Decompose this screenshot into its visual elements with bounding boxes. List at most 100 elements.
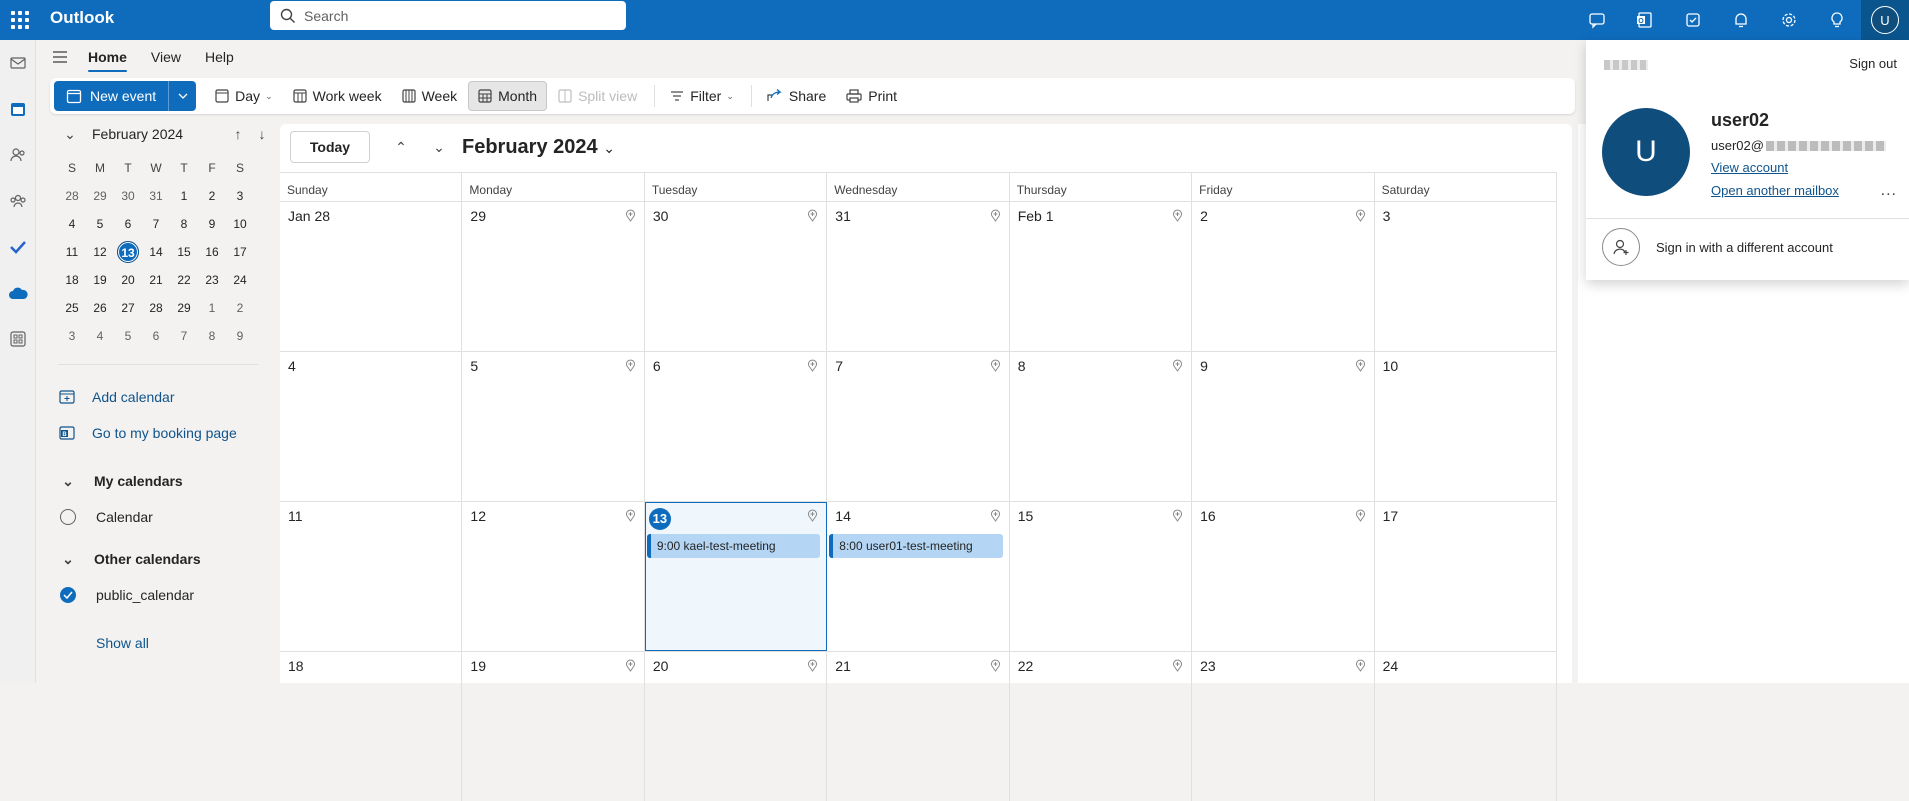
mini-calendar-day[interactable]: 1 xyxy=(170,189,198,203)
add-event-pin-icon[interactable] xyxy=(625,509,636,525)
calendar-event[interactable]: 8:00 user01-test-meeting xyxy=(829,534,1003,558)
calendar-item-public[interactable]: public_calendar xyxy=(58,577,274,613)
previous-chevron-icon[interactable]: ⌃ xyxy=(382,139,420,156)
mini-calendar-day[interactable]: 3 xyxy=(226,189,254,203)
mini-calendar-day[interactable]: 24 xyxy=(226,273,254,287)
collapse-chevron-icon[interactable]: ⌄ xyxy=(58,126,82,143)
previous-month-arrow-icon[interactable]: ↑ xyxy=(226,126,250,142)
day-cell[interactable]: 2 xyxy=(1192,202,1375,351)
calendar-icon[interactable] xyxy=(0,86,36,132)
day-cell[interactable]: 10 xyxy=(1375,352,1557,501)
add-event-pin-icon[interactable] xyxy=(990,659,1001,675)
tab-view[interactable]: View xyxy=(139,42,193,72)
day-cell[interactable]: 3 xyxy=(1375,202,1557,351)
add-event-pin-icon[interactable] xyxy=(990,359,1001,375)
add-event-pin-icon[interactable] xyxy=(1355,509,1366,525)
search-box[interactable]: Search xyxy=(270,1,626,30)
next-month-arrow-icon[interactable]: ↓ xyxy=(250,126,274,142)
day-view-button[interactable]: Day ⌄ xyxy=(206,81,281,111)
mini-calendar-day[interactable]: 23 xyxy=(198,273,226,287)
day-cell[interactable]: 21 xyxy=(827,652,1010,801)
show-all-link[interactable]: Show all xyxy=(58,625,274,661)
hamburger-menu-icon[interactable] xyxy=(44,42,76,72)
tab-home[interactable]: Home xyxy=(76,42,139,72)
day-cell[interactable]: 15 xyxy=(1010,502,1193,651)
add-event-pin-icon[interactable] xyxy=(625,359,636,375)
work-week-button[interactable]: Work week xyxy=(284,81,391,111)
mini-calendar-today[interactable]: 13 xyxy=(114,241,142,263)
calendar-event[interactable]: 9:00 kael-test-meeting xyxy=(646,534,821,558)
mini-calendar-day[interactable]: 5 xyxy=(114,329,142,343)
day-cell[interactable]: 23 xyxy=(1192,652,1375,801)
groups-icon[interactable] xyxy=(0,178,36,224)
tab-help[interactable]: Help xyxy=(193,42,246,72)
more-apps-icon[interactable] xyxy=(0,316,36,362)
add-event-pin-icon[interactable] xyxy=(1355,209,1366,225)
add-event-pin-icon[interactable] xyxy=(1172,359,1183,375)
teams-chat-icon[interactable] xyxy=(1573,0,1621,40)
add-event-pin-icon[interactable] xyxy=(807,659,818,675)
mini-calendar-day[interactable]: 14 xyxy=(142,245,170,259)
mini-calendar-day[interactable]: 1 xyxy=(198,301,226,315)
calendar-item-calendar[interactable]: Calendar xyxy=(58,499,274,535)
app-title[interactable]: Outlook xyxy=(50,8,114,28)
today-button[interactable]: Today xyxy=(290,131,370,163)
mini-calendar-day[interactable]: 2 xyxy=(198,189,226,203)
my-day-icon[interactable] xyxy=(1669,0,1717,40)
mini-calendar-day[interactable]: 4 xyxy=(86,329,114,343)
settings-gear-icon[interactable] xyxy=(1765,0,1813,40)
booking-page-link[interactable]: B Go to my booking page xyxy=(58,415,274,451)
mini-calendar-day[interactable]: 8 xyxy=(170,217,198,231)
day-cell[interactable]: 18 xyxy=(280,652,463,801)
sign-out-link[interactable]: Sign out xyxy=(1849,56,1897,71)
day-cell[interactable]: 4 xyxy=(280,352,463,501)
mini-calendar-day[interactable]: 18 xyxy=(58,273,86,287)
day-cell[interactable]: 14 8:00 user01-test-meeting xyxy=(827,502,1010,651)
mini-calendar-day[interactable]: 29 xyxy=(170,301,198,315)
mini-calendar-day[interactable]: 6 xyxy=(114,217,142,231)
mini-calendar-day[interactable]: 19 xyxy=(86,273,114,287)
day-cell[interactable]: 8 xyxy=(1010,352,1193,501)
add-event-pin-icon[interactable] xyxy=(1172,659,1183,675)
day-cell[interactable]: Feb 1 xyxy=(1010,202,1193,351)
mini-calendar-day[interactable]: 17 xyxy=(226,245,254,259)
mini-calendar-day[interactable]: 5 xyxy=(86,217,114,231)
view-account-link[interactable]: View account xyxy=(1711,160,1788,175)
mini-calendar-day[interactable]: 28 xyxy=(142,301,170,315)
day-cell[interactable]: 7 xyxy=(827,352,1010,501)
day-cell[interactable]: Jan 28 xyxy=(280,202,463,351)
day-cell[interactable]: 22 xyxy=(1010,652,1193,801)
mini-calendar-day[interactable]: 29 xyxy=(86,189,114,203)
mini-calendar-day[interactable]: 7 xyxy=(142,217,170,231)
add-calendar-link[interactable]: Add calendar xyxy=(58,379,274,415)
add-event-pin-icon[interactable] xyxy=(1355,659,1366,675)
mini-calendar-day[interactable]: 27 xyxy=(114,301,142,315)
add-event-pin-icon[interactable] xyxy=(807,359,818,375)
day-cell[interactable]: 19 xyxy=(462,652,645,801)
mini-calendar-day[interactable]: 3 xyxy=(58,329,86,343)
day-cell[interactable]: 31 xyxy=(827,202,1010,351)
mini-calendar-day[interactable]: 31 xyxy=(142,189,170,203)
mini-calendar-day[interactable]: 21 xyxy=(142,273,170,287)
month-button[interactable]: Month xyxy=(468,81,548,111)
day-cell[interactable]: 11 xyxy=(280,502,463,651)
add-event-pin-icon[interactable] xyxy=(1172,509,1183,525)
mini-calendar-day[interactable]: 15 xyxy=(170,245,198,259)
day-cell[interactable]: 6 xyxy=(645,352,828,501)
mini-calendar-day[interactable]: 11 xyxy=(58,245,86,259)
day-cell[interactable]: 5 xyxy=(462,352,645,501)
open-another-mailbox-link[interactable]: Open another mailbox xyxy=(1711,183,1839,198)
day-cell-today[interactable]: 13 9:00 kael-test-meeting xyxy=(644,502,828,651)
mini-calendar-title[interactable]: February 2024 xyxy=(92,126,226,142)
mini-calendar-day[interactable]: 26 xyxy=(86,301,114,315)
mini-calendar-day[interactable]: 22 xyxy=(170,273,198,287)
share-button[interactable]: Share xyxy=(758,81,835,111)
mini-calendar-day[interactable]: 20 xyxy=(114,273,142,287)
other-calendars-group[interactable]: ⌄ Other calendars xyxy=(58,541,274,577)
mini-calendar-day[interactable]: 9 xyxy=(198,217,226,231)
mini-calendar-day[interactable]: 28 xyxy=(58,189,86,203)
mini-calendar-day[interactable]: 16 xyxy=(198,245,226,259)
mail-icon[interactable] xyxy=(0,40,36,86)
more-options-icon[interactable]: ... xyxy=(1881,182,1897,200)
day-cell[interactable]: 9 xyxy=(1192,352,1375,501)
